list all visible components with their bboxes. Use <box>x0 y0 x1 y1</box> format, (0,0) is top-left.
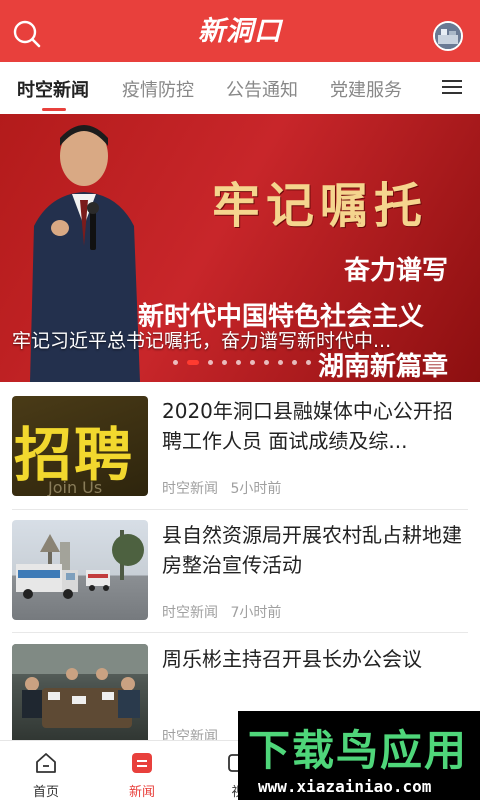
watermark-title: 下载鸟应用 <box>248 726 469 775</box>
news-title: 县自然资源局开展农村乱占耕地建房整治宣传活动 <box>162 523 462 577</box>
banner-caption: 牢记习近平总书记嘱托，奋力谱写新时代中... <box>12 330 392 352</box>
news-title: 周乐彬主持召开县长办公会议 <box>162 647 422 671</box>
user-avatar-icon <box>435 23 461 49</box>
menu-icon[interactable] <box>440 76 464 98</box>
banner-headline: 牢记嘱托 <box>212 178 429 234</box>
nav-home[interactable]: 首页 <box>16 747 76 800</box>
tab-epidemic[interactable]: 疫情防控 <box>122 76 194 102</box>
avatar[interactable] <box>433 21 463 51</box>
join-us-thumb-text: Join Us <box>48 478 103 496</box>
carousel-dot[interactable] <box>173 360 178 365</box>
nav-label: 首页 <box>32 785 59 800</box>
search-button[interactable] <box>10 17 44 51</box>
carousel-dot[interactable] <box>187 360 199 365</box>
news-item[interactable]: 招聘 Join Us 2020年洞口县融媒体中心公开招聘工作人员 面试成绩及综.… <box>12 396 468 498</box>
news-source: 时空新闻 <box>162 605 218 621</box>
trucks-image <box>16 530 144 599</box>
news-title: 2020年洞口县融媒体中心公开招聘工作人员 面试成绩及综... <box>162 399 453 453</box>
news-time: 7小时前 <box>230 605 282 621</box>
watermark-url: www.xiazainiao.com <box>258 777 432 796</box>
tab-shikong-news[interactable]: 时空新闻 <box>17 76 89 102</box>
app-root: 新洞口 时空新闻 疫情防控 公告通知 党建服务 牢记嘱托 奋力谱写 新时代中国特… <box>0 0 480 800</box>
banner-subline: 奋力谱写 <box>344 256 449 286</box>
tab-party-service[interactable]: 党建服务 <box>330 76 402 102</box>
news-source: 时空新闻 <box>162 481 218 497</box>
category-tabs: 时空新闻 疫情防控 公告通知 党建服务 <box>0 62 480 114</box>
meeting-image <box>12 644 148 728</box>
carousel-dot[interactable] <box>306 360 311 365</box>
nav-news[interactable]: 新闻 <box>112 747 172 800</box>
carousel-dot[interactable] <box>292 360 297 365</box>
home-icon <box>36 753 56 773</box>
active-tab-indicator <box>42 108 66 111</box>
news-thumbnail <box>12 520 148 620</box>
news-meta: 时空新闻 7小时前 <box>162 602 281 622</box>
news-icon <box>132 753 152 773</box>
top-header: 新洞口 <box>0 0 480 62</box>
hero-banner[interactable]: 牢记嘱托 奋力谱写 新时代中国特色社会主义 湖南新篇章 牢记习近平总书记嘱托，奋… <box>0 114 480 382</box>
carousel-dot[interactable] <box>278 360 283 365</box>
tab-notices[interactable]: 公告通知 <box>226 76 298 102</box>
news-time: 5小时前 <box>230 481 282 497</box>
news-meta: 时空新闻 5小时前 <box>162 478 281 498</box>
carousel-dot[interactable] <box>236 360 241 365</box>
divider <box>12 509 468 510</box>
nav-label: 新闻 <box>128 785 155 800</box>
search-icon <box>13 20 41 48</box>
carousel-dot[interactable] <box>250 360 255 365</box>
news-thumbnail <box>12 644 148 744</box>
carousel-dot[interactable] <box>264 360 269 365</box>
carousel-dot[interactable] <box>208 360 213 365</box>
carousel-dot[interactable] <box>222 360 227 365</box>
news-item[interactable]: 县自然资源局开展农村乱占耕地建房整治宣传活动 时空新闻 7小时前 <box>12 520 468 622</box>
watermark-overlay: 下载鸟应用 www.xiazainiao.com <box>238 711 480 800</box>
app-logo: 新洞口 <box>198 16 282 47</box>
divider <box>12 632 468 633</box>
news-thumbnail: 招聘 Join Us <box>12 396 148 496</box>
